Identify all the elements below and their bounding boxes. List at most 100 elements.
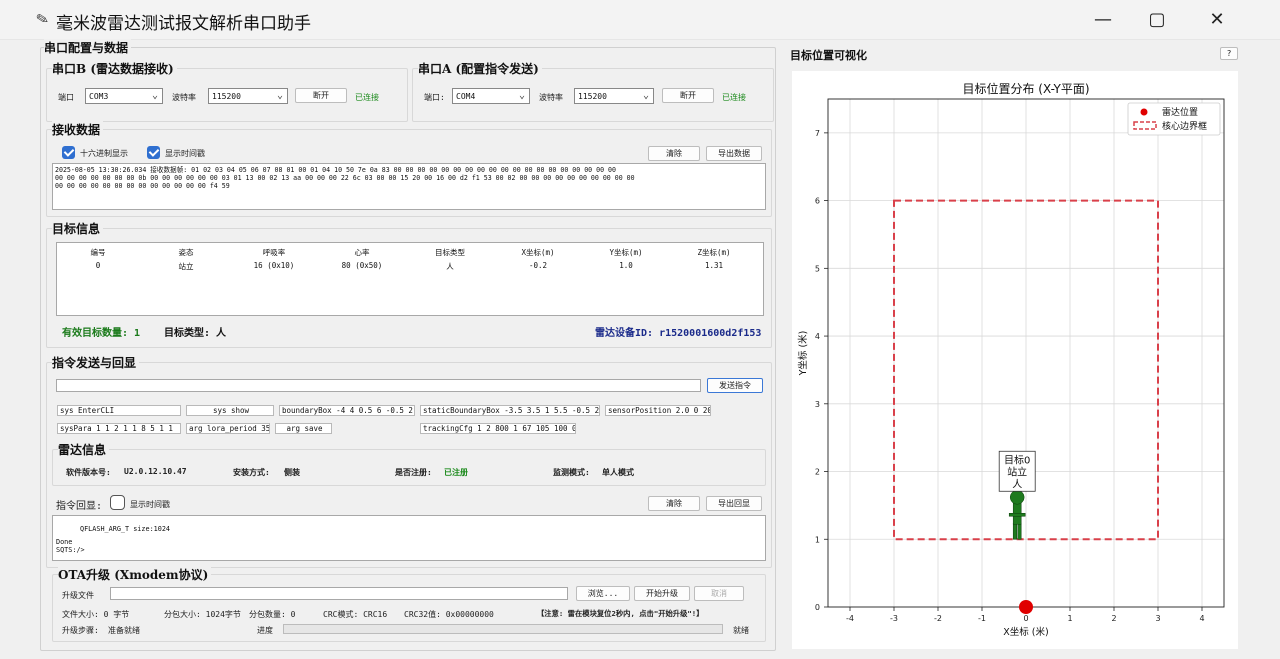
echo-line: SQTS:/> xyxy=(56,546,85,554)
left-section-title: 串口配置与数据 xyxy=(44,39,132,56)
quick-cmd-button[interactable]: sensorPosition 2.0 0 20 xyxy=(605,405,711,416)
ota-browse-button[interactable]: 浏览... xyxy=(576,586,630,601)
x-tick-label: 0 xyxy=(1023,614,1028,623)
quick-cmd-button[interactable]: boundaryBox -4 4 0.5 6 -0.5 2 xyxy=(279,405,415,416)
echo-timestamp-label: 显示时间戳 xyxy=(130,500,170,509)
echo-timestamp-checkbox[interactable] xyxy=(110,495,125,510)
port-b-baud-select[interactable]: 115200 ⌄ xyxy=(208,88,288,104)
x-tick-label: 4 xyxy=(1199,614,1204,623)
quick-cmd-button[interactable]: staticBoundaryBox -3.5 3.5 1 5.5 -0.5 2 xyxy=(420,405,600,416)
x-tick-label: -1 xyxy=(978,614,986,623)
port-a-baud-label: 波特率 xyxy=(539,93,563,102)
y-tick-label: 4 xyxy=(815,332,820,341)
targets-title: 目标信息 xyxy=(52,220,104,237)
receive-textarea[interactable]: 2025-08-05 13:30:26.034 接收数据帧: 01 02 03 … xyxy=(52,163,766,210)
ota-notice: 【注意: 雷在模块复位2秒内, 点击"开始升级"!】 xyxy=(537,609,704,618)
port-a-disconnect-button[interactable]: 断开 xyxy=(662,88,714,103)
target-leg xyxy=(1017,523,1022,540)
ota-cancel-button[interactable]: 取消 xyxy=(694,586,744,601)
target-label-line: 人 xyxy=(1012,478,1022,490)
ota-file-input[interactable] xyxy=(110,587,568,600)
ota-packet-count: 分包数量: 0 xyxy=(249,610,296,619)
ota-crc-mode: CRC模式: CRC16 xyxy=(323,610,388,619)
table-cell: 1.31 xyxy=(704,261,724,270)
position-chart: -4 -3 -2 -1 0 1 2 3 4 0 1 2 3 4 5 6 7 目标位置分布 (X-Y平面) X坐标 (… xyxy=(792,71,1238,649)
chevron-down-icon: ⌄ xyxy=(642,90,649,101)
radar-position-marker xyxy=(1019,600,1033,614)
minimize-button[interactable]: — xyxy=(1080,6,1126,34)
quick-cmd-button[interactable]: arg save xyxy=(275,423,332,434)
ota-start-button[interactable]: 开始升级 xyxy=(634,586,690,601)
radar-device-id: 雷达设备ID: r1520001600d2f153 xyxy=(595,328,762,339)
ota-step-value: 准备就绪 xyxy=(108,626,140,635)
timestamp-checkbox[interactable] xyxy=(147,146,160,159)
ota-progress-bar xyxy=(283,624,723,634)
y-tick-label: 0 xyxy=(815,603,820,612)
target-type-text: 目标类型: 人 xyxy=(164,328,227,339)
help-button[interactable]: ? xyxy=(1220,47,1238,60)
ota-progress-label: 进度 xyxy=(257,626,273,635)
echo-export-button[interactable]: 导出回显 xyxy=(706,496,762,511)
title-bar: ✎ 毫米波雷达测试报文解析串口助手 — ▢ ✕ xyxy=(0,0,1280,40)
table-cell: 80 (0x50) xyxy=(341,261,383,270)
x-tick-label: 1 xyxy=(1067,614,1072,623)
receive-export-button[interactable]: 导出数据 xyxy=(706,146,762,161)
cmd-title: 指令发送与回显 xyxy=(52,354,140,371)
quick-cmd-button[interactable]: sys show xyxy=(186,405,274,416)
radar-info-title: 雷达信息 xyxy=(58,441,110,458)
target-leg xyxy=(1012,523,1017,540)
table-cell: 0 xyxy=(95,261,101,270)
maximize-button[interactable]: ▢ xyxy=(1134,6,1180,34)
port-b-disconnect-button[interactable]: 断开 xyxy=(295,88,347,103)
port-b-port-label: 端口 xyxy=(58,93,74,102)
chart-svg: -4 -3 -2 -1 0 1 2 3 4 0 1 2 3 4 5 6 7 目标位置分布 (X-Y平面) X坐标 (… xyxy=(797,81,1225,638)
port-a-status: 已连接 xyxy=(722,93,746,102)
ota-file-size: 文件大小: 0 字节 xyxy=(62,610,130,619)
x-tick-label: 2 xyxy=(1111,614,1116,623)
table-header: Z坐标(m) xyxy=(697,248,731,257)
y-tick-label: 5 xyxy=(815,264,820,273)
table-header: 姿态 xyxy=(178,248,194,257)
hex-display-checkbox[interactable] xyxy=(62,146,75,159)
ota-status: 就绪 xyxy=(733,626,749,635)
target-arms xyxy=(1008,513,1026,517)
legend-boundary-label: 核心边界框 xyxy=(1162,120,1207,132)
port-a-port-label: 端口: xyxy=(424,93,445,102)
port-a-baud-select[interactable]: 115200 ⌄ xyxy=(574,88,654,104)
close-button[interactable]: ✕ xyxy=(1194,6,1240,34)
y-axis-label: Y坐标 (米) xyxy=(797,331,809,377)
reg-value: 已注册 xyxy=(444,468,468,477)
send-command-button[interactable]: 发送指令 xyxy=(707,378,763,393)
mode-value: 单人模式 xyxy=(602,468,634,477)
table-cell: 1.0 xyxy=(619,261,633,270)
y-tick-label: 3 xyxy=(815,400,820,409)
cmd-input[interactable] xyxy=(56,379,701,392)
receive-line: 2025-08-05 13:30:26.034 接收数据帧: 01 02 03 … xyxy=(55,166,616,174)
feather-icon: ✎ xyxy=(34,9,51,30)
quick-cmd-button[interactable]: trackingCfg 1 2 800 1 67 105 100 0 xyxy=(420,423,576,434)
receive-clear-button[interactable]: 清除 xyxy=(648,146,700,161)
y-tick-label: 6 xyxy=(815,197,820,206)
table-header: 心率 xyxy=(354,248,370,257)
chevron-down-icon: ⌄ xyxy=(276,90,283,101)
x-tick-label: 3 xyxy=(1155,614,1160,623)
chevron-down-icon: ⌄ xyxy=(151,90,158,101)
quick-cmd-button[interactable]: sysPara 1 1 2 1 1 8 5 1 1 xyxy=(57,423,181,434)
y-tick-label: 1 xyxy=(815,535,820,544)
echo-line: QFLASH_ARG_T size:1024 xyxy=(80,525,171,533)
echo-textarea[interactable]: QFLASH_ARG_T size:1024 Done SQTS:/> xyxy=(52,515,766,561)
x-tick-label: -4 xyxy=(846,614,854,623)
port-b-port-select[interactable]: COM3 ⌄ xyxy=(85,88,163,104)
target-head xyxy=(1009,490,1025,505)
receive-title: 接收数据 xyxy=(52,121,104,138)
quick-cmd-button[interactable]: sys EnterCLI xyxy=(57,405,181,416)
target-label-line: 目标0 xyxy=(1004,454,1030,466)
legend-radar-marker xyxy=(1140,108,1148,116)
chart-title: 目标位置分布 (X-Y平面) xyxy=(962,81,1089,96)
port-a-port-select[interactable]: COM4 ⌄ xyxy=(452,88,530,104)
echo-clear-button[interactable]: 清除 xyxy=(648,496,700,511)
quick-cmd-button[interactable]: arg lora_period 35 xyxy=(186,423,270,434)
table-cell: -0.2 xyxy=(528,261,548,270)
mode-label: 监测模式: xyxy=(553,468,590,477)
port-a-title: 串口A (配置指令发送) xyxy=(418,60,542,77)
